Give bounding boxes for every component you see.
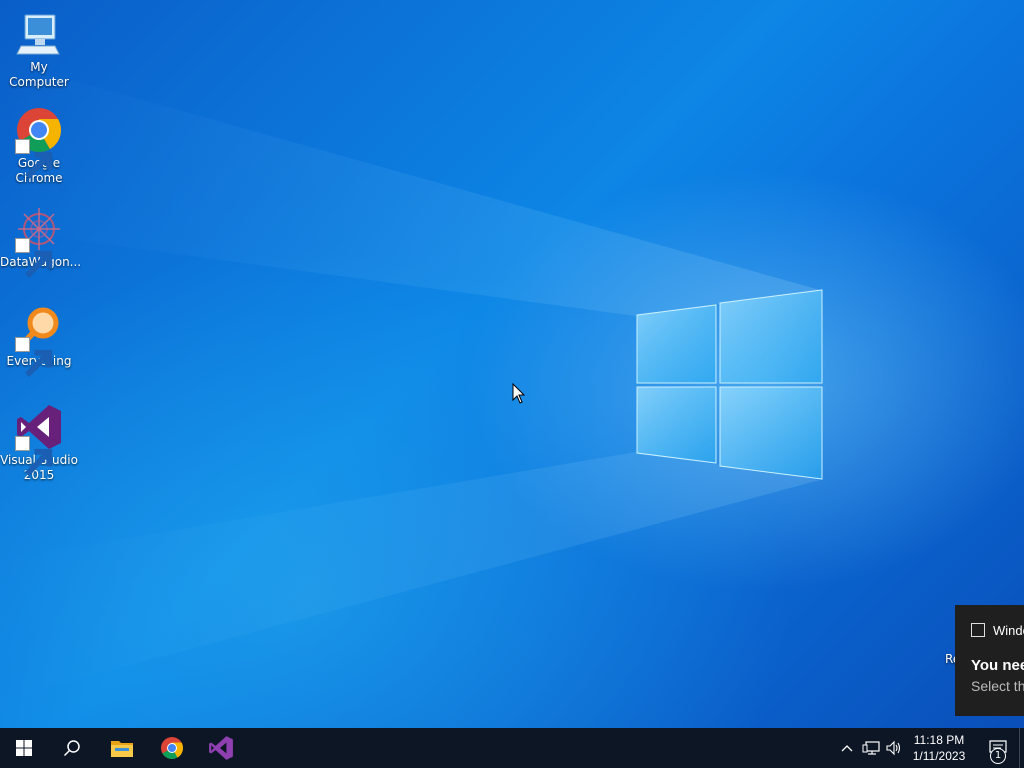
chevron-up-icon [841, 745, 853, 752]
taskbar-file-explorer[interactable] [98, 728, 146, 768]
taskbar-clock[interactable]: 11:18 PM 1/11/2023 [906, 728, 972, 768]
mouse-cursor-icon [512, 383, 526, 404]
tray-volume-button[interactable] [884, 728, 904, 768]
desktop-icon-everything[interactable]: Everything [0, 304, 78, 378]
tray-overflow-button[interactable] [838, 728, 856, 768]
desktop-icon-my-computer[interactable]: My Computer [0, 10, 78, 90]
toast-title: You nee [971, 657, 1024, 674]
folder-icon [111, 741, 133, 757]
visual-studio-icon [15, 403, 63, 477]
taskbar-visual-studio[interactable] [197, 728, 245, 768]
notification-count-badge: 1 [990, 748, 1006, 764]
desktop-icon-label: My Computer [9, 60, 69, 89]
desktop-icon-datawagon[interactable]: DataWagon... [0, 205, 81, 279]
toast-header: Windo [971, 623, 1024, 638]
visual-studio-icon [209, 736, 233, 760]
start-button[interactable] [0, 728, 48, 768]
shortcut-arrow-icon [15, 337, 53, 378]
windows-logo-icon [16, 740, 32, 756]
shortcut-arrow-icon [15, 139, 53, 180]
volume-icon [886, 740, 901, 756]
everything-search-icon [15, 304, 63, 378]
taskbar-chrome[interactable] [148, 728, 196, 768]
datawagon-icon [15, 205, 63, 279]
clock-date: 1/11/2023 [912, 749, 966, 763]
desktop-icon-visual-studio-2015[interactable]: Visual Studio 2015 [0, 403, 78, 483]
search-button[interactable] [48, 728, 96, 768]
clock-time: 11:18 PM [913, 733, 965, 747]
taskbar: 11:18 PM 1/11/2023 [0, 728, 1024, 768]
computer-icon [15, 10, 63, 58]
windows-update-icon [971, 623, 985, 637]
network-icon [862, 741, 880, 755]
desktop-icon-google-chrome[interactable]: Google Chrome [0, 106, 78, 186]
shortcut-arrow-icon [15, 436, 53, 477]
shortcut-arrow-icon [15, 238, 53, 279]
tray-network-button[interactable] [860, 728, 882, 768]
wallpaper-windows-logo [0, 60, 823, 700]
notification-toast[interactable]: Windo You nee Select th [955, 605, 1024, 716]
toast-body: Select th [971, 678, 1024, 694]
chrome-icon [161, 737, 183, 760]
desktop[interactable]: My Computer Google Chrome DataWagon... E… [0, 0, 1024, 728]
search-icon [63, 740, 80, 757]
toast-app-name: Windo [993, 623, 1024, 638]
show-desktop-button[interactable] [1019, 728, 1024, 768]
chrome-icon [15, 106, 63, 180]
